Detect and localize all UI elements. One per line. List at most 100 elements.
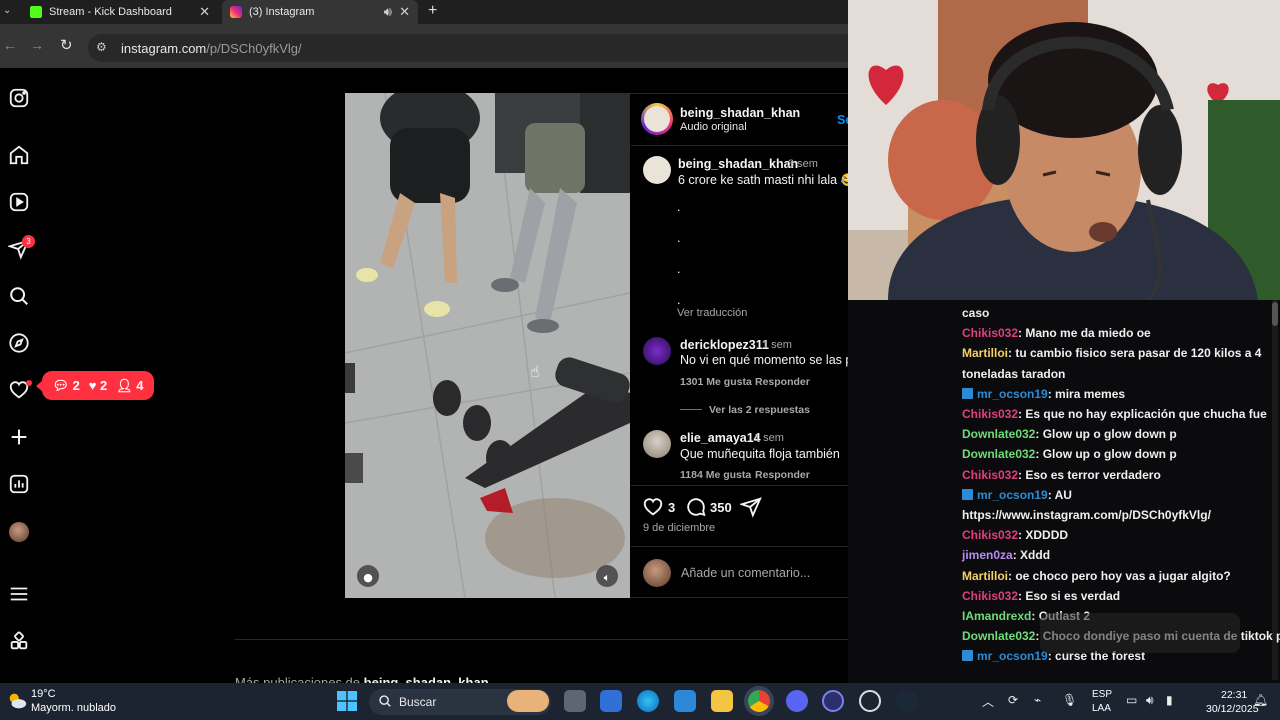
weather-description[interactable]: Mayorm. nublado (31, 702, 116, 714)
activity-summary-popup[interactable]: 💬︎ 2 ♥ 2 👤︎ 4 (36, 371, 154, 400)
comment-bubble-icon[interactable] (685, 496, 707, 523)
create-plus-icon[interactable] (8, 426, 30, 448)
chat-username[interactable]: Chikis032 (962, 528, 1018, 542)
comment-text: No vi en qué momento se las pisa (680, 353, 869, 367)
weather-cloud-icon[interactable] (6, 690, 28, 712)
mail-icon[interactable] (600, 690, 622, 712)
display-icon[interactable]: ▭ (1126, 693, 1137, 707)
explore-compass-icon[interactable] (8, 332, 30, 354)
edge-browser-icon[interactable] (637, 690, 659, 712)
chat-username[interactable]: Martilloi (962, 346, 1008, 360)
search-icon[interactable] (8, 285, 30, 307)
tray-overflow-chevron-icon[interactable]: ︿ (982, 693, 994, 710)
url-text[interactable]: instagram.com/p/DSCh0yfkVlg/ (121, 41, 302, 56)
reply-link[interactable]: Responder (755, 376, 810, 388)
chat-text: : Glow up o glow down p (1035, 447, 1177, 462)
reply-link[interactable]: Responder (755, 469, 810, 481)
comment-avatar[interactable] (643, 430, 671, 458)
clock-time[interactable]: 22:31 (1221, 689, 1247, 701)
chat-username[interactable]: mr_ocson19 (977, 649, 1048, 663)
input-layout[interactable]: LAA (1092, 703, 1111, 714)
chat-username[interactable]: Downlate032 (962, 447, 1035, 461)
steam-icon[interactable] (896, 690, 918, 712)
microphone-icon[interactable]: 🎙︎ (1062, 693, 1077, 707)
chat-username[interactable]: Downlate032 (962, 427, 1035, 441)
divider (235, 639, 848, 640)
comment-likes[interactable]: 1184 Me gusta (680, 469, 751, 481)
back-arrow-icon[interactable]: ← (3, 37, 17, 53)
new-tab-button[interactable]: + (428, 2, 437, 20)
chat-username[interactable]: Chikis032 (962, 326, 1018, 340)
tab-instagram[interactable]: (3) Instagram 🔊︎ ✕ (222, 0, 418, 24)
webcam-illustration (848, 0, 1280, 300)
comment-user[interactable]: elie_amaya14 (680, 431, 761, 445)
chrome-icon[interactable] (748, 690, 770, 712)
comment-avatar[interactable] (643, 337, 671, 365)
chat-text: : tu cambio fisico sera pasar de 120 kil… (1008, 346, 1262, 361)
post-author-name[interactable]: being_shadan_khan (680, 106, 800, 120)
instagram-logo-icon[interactable] (8, 87, 30, 109)
post-video[interactable]: ● 🔈︎ (345, 93, 630, 598)
caption-author[interactable]: being_shadan_khan (678, 157, 798, 171)
chat-username[interactable]: Chikis032 (962, 407, 1018, 421)
like-count[interactable]: 3 (668, 500, 675, 515)
chat-message: caso (962, 303, 989, 323)
tab-kick-dashboard[interactable]: Stream - Kick Dashboard ✕ (22, 0, 218, 24)
comment-user[interactable]: dericklopez311 (680, 338, 769, 352)
site-info-icon[interactable]: ⚙︎ (96, 40, 107, 54)
taskbar-search-placeholder[interactable]: Buscar (399, 695, 436, 709)
input-language[interactable]: ESP (1092, 689, 1112, 700)
menu-hamburger-icon[interactable] (8, 583, 30, 605)
battery-icon[interactable]: ▮ (1166, 693, 1173, 707)
audio-playing-icon[interactable]: 🔊︎ (384, 4, 392, 20)
add-comment-input[interactable]: Añade un comentario... (681, 566, 810, 580)
app-circle-icon[interactable] (822, 690, 844, 712)
chat-username[interactable]: Downlate032 (962, 629, 1035, 643)
windows-start-icon[interactable] (337, 691, 357, 711)
close-tab-icon[interactable]: ✕ (199, 4, 210, 20)
caption-dot: . (677, 200, 681, 214)
chat-username[interactable]: Chikis032 (962, 468, 1018, 482)
video-frame-illustration: ● 🔈︎ (345, 93, 630, 598)
reels-icon[interactable] (8, 191, 30, 213)
home-icon[interactable] (8, 144, 30, 166)
weather-temperature[interactable]: 19°C (31, 688, 56, 700)
chat-username[interactable]: IAmandrexd (962, 609, 1031, 623)
profile-avatar[interactable] (9, 522, 29, 542)
activity-comments: 💬︎ 2 (52, 377, 80, 393)
volume-icon[interactable]: 🔊︎ (1146, 693, 1154, 708)
chat-username[interactable]: Martilloi (962, 569, 1008, 583)
network-off-icon[interactable]: ⌁ (1034, 693, 1041, 707)
chat-username[interactable]: Chikis032 (962, 589, 1018, 603)
chat-scrollbar-thumb[interactable] (1272, 302, 1278, 326)
chat-username[interactable]: mr_ocson19 (977, 387, 1048, 401)
tab-search-chevron-icon[interactable]: ⌄ (3, 5, 11, 16)
file-explorer-icon[interactable] (711, 690, 733, 712)
task-view-icon[interactable] (564, 690, 586, 712)
comment-count[interactable]: 350 (710, 500, 732, 515)
share-icon[interactable] (738, 496, 762, 523)
chat-scrollbar[interactable] (1272, 300, 1278, 680)
tab-title: (3) Instagram (249, 6, 315, 18)
forward-arrow-icon[interactable]: → (30, 37, 44, 53)
comment-likes[interactable]: 1301 Me gusta (680, 376, 752, 388)
chat-username[interactable]: mr_ocson19 (977, 488, 1048, 502)
chat-text: : XDDDD (1018, 528, 1069, 543)
notifications-bell-icon[interactable]: 🔔︎ (1253, 693, 1268, 707)
audio-label[interactable]: Audio original (680, 121, 747, 133)
sync-icon[interactable]: ⟳ (1008, 693, 1018, 707)
view-replies-link[interactable]: Ver las 2 respuestas (709, 404, 810, 416)
see-translation-link[interactable]: Ver traducción (677, 307, 747, 319)
close-tab-icon[interactable]: ✕ (399, 4, 410, 20)
clock-date[interactable]: 30/12/2025 (1206, 703, 1259, 715)
store-icon[interactable] (674, 690, 696, 712)
chat-badge-icon (962, 650, 973, 662)
discord-icon[interactable] (786, 690, 808, 712)
chat-username[interactable]: jimen0za (962, 548, 1013, 562)
also-from-meta-icon[interactable] (8, 630, 30, 652)
caption-author-avatar[interactable] (643, 156, 671, 184)
like-heart-icon[interactable] (642, 496, 664, 523)
reload-icon[interactable]: ↻ (60, 36, 73, 54)
dashboard-chart-icon[interactable] (8, 473, 30, 495)
settings-app-icon[interactable] (859, 690, 881, 712)
